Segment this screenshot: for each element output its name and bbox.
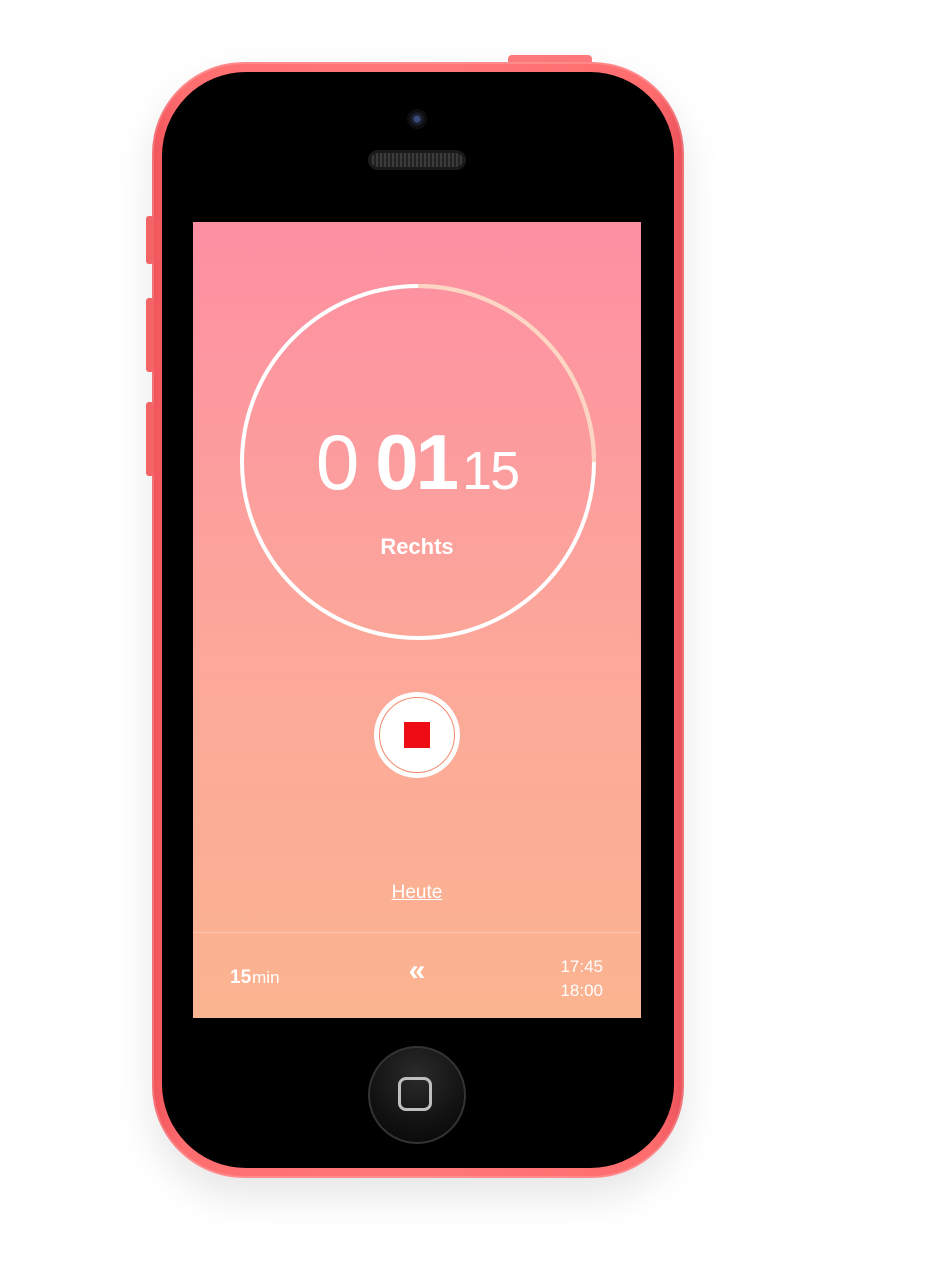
duration-value: 15 [230,967,252,988]
mute-switch [146,216,154,264]
volume-up-button [146,298,154,372]
timer-seconds: 15 [462,441,520,501]
side-label: Rechts [380,534,454,559]
timer-display: 0 01 15 [193,417,641,508]
bottom-bar: 15min « 17:45 18:00 [193,932,641,1018]
front-camera [407,109,427,129]
session-times: 17:45 18:00 [560,955,603,1003]
home-square-icon [398,1077,432,1111]
stop-button[interactable] [374,692,460,778]
app-screen: 0 01 15 Rechts Heute 15min « 17:45 18:00 [193,222,641,1018]
double-chevron-left-icon[interactable]: « [401,956,433,986]
duration-unit: min [252,968,280,987]
today-link[interactable]: Heute [193,882,641,904]
stop-icon [404,722,430,748]
timer-hours: 0 [315,418,359,506]
earpiece-speaker [368,150,466,170]
home-button [368,1046,466,1144]
end-time: 18:00 [560,981,603,1000]
page: 0 01 15 Rechts Heute 15min « 17:45 18:00 [0,0,944,1264]
timer-minutes: 01 [375,418,459,506]
start-time: 17:45 [560,957,603,976]
session-duration: 15min [230,967,280,989]
volume-down-button [146,402,154,476]
